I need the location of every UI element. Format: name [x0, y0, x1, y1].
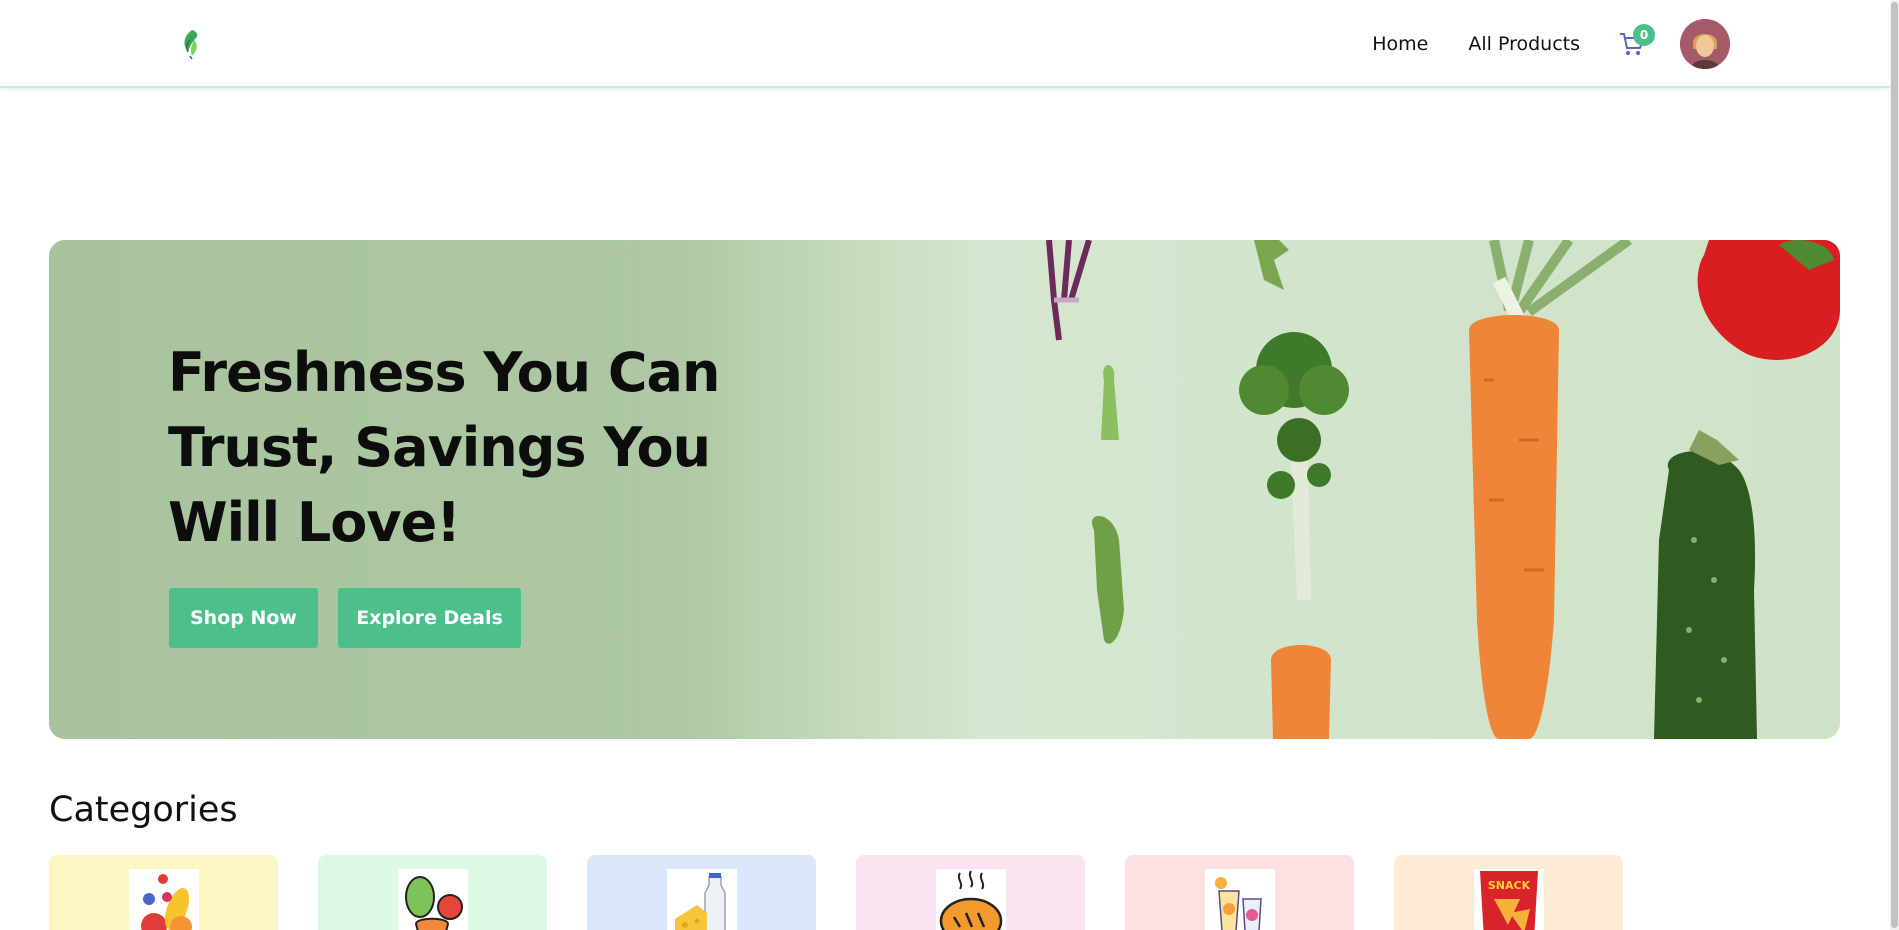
nav-link-home[interactable]: Home	[1372, 33, 1428, 55]
category-card-snacks[interactable]: SNACK	[1394, 855, 1623, 930]
page-scrollbar[interactable]	[1890, 0, 1899, 930]
dairy-icon	[667, 869, 737, 930]
leaf-icon[interactable]	[180, 28, 202, 60]
category-card-fruits[interactable]	[49, 855, 278, 930]
shop-now-button[interactable]: Shop Now	[169, 588, 318, 648]
cart-count-badge: 0	[1633, 24, 1655, 46]
category-card-bakery[interactable]	[856, 855, 1085, 930]
snack-label: SNACK	[1488, 879, 1531, 892]
nav-links: Home All Products	[1372, 0, 1580, 88]
snacks-icon: SNACK	[1474, 869, 1544, 930]
category-card-vegetables[interactable]	[318, 855, 547, 930]
hero-banner: Freshness You Can Trust, Savings You Wil…	[49, 240, 1840, 739]
drinks-icon	[1205, 869, 1275, 930]
vegetables-icon	[398, 869, 468, 930]
cucumber-illustration	[1654, 430, 1757, 739]
bakery-icon	[936, 869, 1006, 930]
hero-title: Freshness You Can Trust, Savings You Wil…	[168, 341, 720, 554]
category-card-drinks[interactable]	[1125, 855, 1354, 930]
category-card-dairy[interactable]	[587, 855, 816, 930]
nav-link-all-products[interactable]: All Products	[1468, 33, 1580, 55]
explore-deals-button[interactable]: Explore Deals	[338, 588, 521, 648]
broccoli-illustration	[1239, 332, 1349, 600]
carrot-illustration	[1469, 315, 1559, 739]
red-pepper-illustration	[1697, 240, 1840, 360]
navbar: Home All Products	[0, 0, 1890, 88]
fruits-icon	[129, 869, 199, 930]
user-avatar[interactable]	[1680, 19, 1730, 69]
scrollbar-thumb[interactable]	[1891, 2, 1898, 928]
categories-heading: Categories	[49, 790, 238, 830]
red-cabbage-illustration	[1046, 240, 1092, 341]
